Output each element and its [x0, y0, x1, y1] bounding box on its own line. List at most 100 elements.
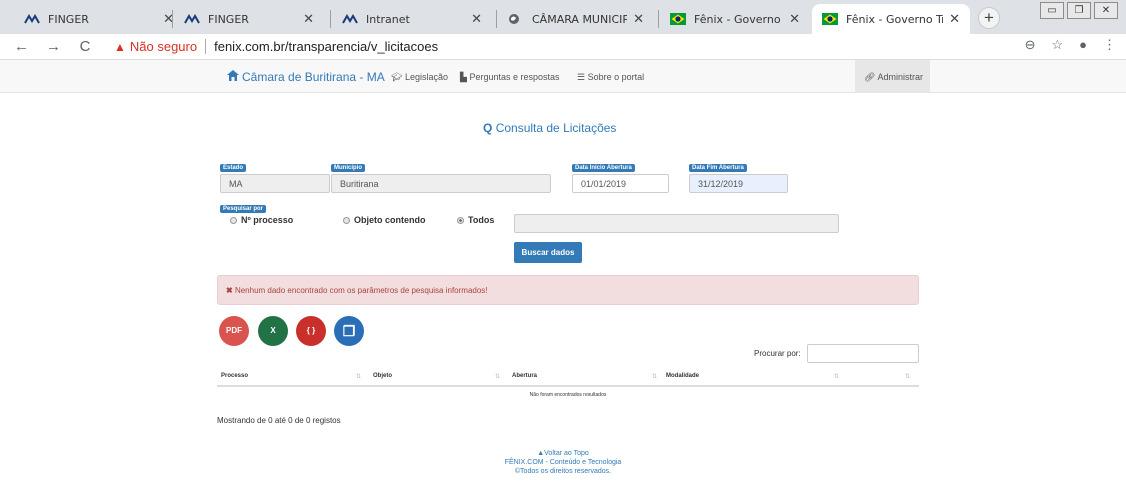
no-results-alert: ✖ Nenhum dado encontrado com os parâmetr…	[217, 275, 919, 305]
tab-title: CÂMARA MUNICIPAL DE	[532, 12, 628, 26]
footer: ▲Voltar ao Topo FÊNIX.COM - Conteúdo e T…	[0, 449, 1126, 476]
search-icon: Q	[483, 121, 493, 135]
sort-icon[interactable]: ⇅	[495, 373, 500, 380]
menu-icon[interactable]: ⋮	[1103, 37, 1116, 53]
table-search-input[interactable]	[807, 344, 919, 363]
profile-icon[interactable]: ●	[1079, 37, 1087, 53]
search-term-field[interactable]	[514, 214, 839, 233]
pdf-export-button[interactable]: PDF	[219, 316, 249, 346]
finger-logo-icon	[24, 13, 40, 25]
new-tab-button[interactable]: +	[978, 7, 1000, 29]
globe-icon	[508, 13, 524, 25]
excel-icon: X	[270, 326, 276, 335]
security-label[interactable]: Não seguro	[130, 39, 197, 54]
url-field[interactable]: fenix.com.br/transparencia/v_licitacoes	[214, 39, 438, 54]
radio-label: Todos	[468, 215, 495, 225]
radio-label: Nº processo	[241, 215, 294, 225]
reload-icon[interactable]: C	[78, 38, 92, 55]
column-modalidade[interactable]: Modalidade	[666, 373, 699, 379]
radio-label: Objeto contendo	[354, 215, 426, 225]
tab-separator	[658, 10, 659, 28]
buscar-button[interactable]: Buscar dados	[514, 242, 582, 263]
close-icon[interactable]: ✕	[471, 12, 482, 27]
back-icon[interactable]: ←	[14, 38, 29, 55]
sort-icon[interactable]: ⇅	[652, 373, 657, 380]
list-icon: ☰	[577, 72, 586, 82]
admin-label: Administrar	[877, 72, 923, 82]
empty-table-message: Não foram encontrados resultados	[529, 392, 607, 398]
radio-icon	[230, 216, 237, 224]
admin-link[interactable]: 🔗︎ Administrar	[855, 60, 930, 93]
tab-fenix-active[interactable]: Fênix - Governo Transpa ✕	[812, 4, 970, 34]
estado-field[interactable]: MA	[220, 174, 330, 193]
tab-intranet[interactable]: Intranet ✕	[332, 4, 492, 34]
sort-icon[interactable]: ⇅	[905, 373, 910, 380]
back-to-top-label: Voltar ao Topo	[544, 450, 589, 457]
radio-processo[interactable]: Nº processo	[230, 215, 293, 225]
radio-icon	[343, 216, 350, 224]
warning-icon[interactable]: ▲	[114, 40, 126, 54]
nav-sobre[interactable]: ☰ Sobre o portal	[577, 72, 644, 83]
estado-label: Estado	[220, 164, 247, 172]
graduation-cap-icon: 🎓︎	[391, 72, 403, 82]
rights-text: ©Todos os direitos reservados.	[514, 468, 612, 475]
tab-finger-2[interactable]: FINGER ✕	[174, 4, 324, 34]
records-info: Mostrando de 0 até 0 de 0 registos	[217, 416, 341, 425]
excel-export-button[interactable]: X	[258, 316, 288, 346]
nav-label: Legislação	[404, 72, 448, 82]
sort-icon[interactable]: ⇅	[834, 373, 839, 380]
browser-tabbar: FINGER ✕ FINGER ✕ Intranet ✕ CÂMARA MUNI…	[0, 0, 1126, 34]
tab-title: FINGER	[48, 12, 89, 26]
close-icon[interactable]: ✕	[789, 12, 800, 27]
minimize-icon[interactable]: ▭	[1040, 2, 1064, 19]
copy-export-button[interactable]: ❐	[334, 316, 364, 346]
nav-perguntas[interactable]: ▙ Perguntas e respostas	[460, 72, 560, 83]
tab-finger-1[interactable]: FINGER ✕	[14, 4, 184, 34]
municipio-label: Município	[331, 164, 365, 172]
data-fim-field[interactable]: 31/12/2019	[689, 174, 788, 193]
search-label: Procurar por:	[754, 349, 801, 358]
forward-icon[interactable]: →	[46, 38, 61, 55]
address-bar-actions: ⊖ ☆ ● ⋮	[1009, 37, 1116, 53]
json-export-button[interactable]: { }	[296, 316, 326, 346]
close-icon[interactable]: ✕	[949, 12, 960, 27]
close-icon[interactable]: ✕	[633, 12, 644, 27]
municipio-field[interactable]: Buritirana	[331, 174, 551, 193]
close-window-icon[interactable]: ✕	[1094, 2, 1118, 19]
data-inicio-field[interactable]: 01/01/2019	[572, 174, 669, 193]
nav-legislacao[interactable]: 🎓︎ Legislação	[391, 72, 448, 83]
radio-objeto[interactable]: Objeto contendo	[343, 215, 426, 225]
column-abertura[interactable]: Abertura	[512, 373, 537, 379]
company-text: FÊNIX.COM - Conteúdo e Tecnologia	[504, 459, 622, 466]
finger-logo-icon	[184, 13, 200, 25]
radio-selected-icon	[457, 216, 464, 224]
brand-label: Câmara de Buritirana - MA	[242, 70, 385, 84]
radio-todos[interactable]: Todos	[457, 215, 494, 225]
page-title-label: Consulta de Licitações	[495, 121, 617, 135]
page-title: Q Consulta de Licitações	[483, 121, 616, 135]
tab-separator	[496, 10, 497, 28]
restore-icon[interactable]: ❐	[1067, 2, 1091, 19]
pdf-icon: PDF	[226, 326, 242, 335]
star-icon[interactable]: ☆	[1051, 37, 1063, 53]
brand-link[interactable]: Câmara de Buritirana - MA	[227, 70, 385, 84]
tab-separator	[172, 10, 173, 28]
close-icon[interactable]: ✕	[303, 12, 314, 27]
sort-icon[interactable]: ⇅	[356, 373, 361, 380]
data-fim-label: Data Fim Abertura	[689, 164, 747, 172]
url-divider	[205, 39, 207, 54]
tab-camara[interactable]: CÂMARA MUNICIPAL DE ✕	[498, 4, 654, 34]
column-objeto[interactable]: Objeto	[373, 373, 392, 379]
tab-title: Intranet	[366, 12, 410, 26]
link-icon: 🔗︎	[864, 72, 876, 82]
tab-fenix-1[interactable]: Fênix - Governo Transpa ✕	[660, 4, 810, 34]
column-processo[interactable]: Processo	[221, 373, 248, 379]
copy-icon: ❐	[342, 323, 356, 339]
error-icon: ✖	[226, 286, 233, 295]
brazil-flag-icon	[822, 13, 838, 25]
nav-label: Sobre o portal	[587, 72, 645, 82]
back-to-top-link[interactable]: ▲Voltar ao Topo	[0, 449, 1126, 458]
json-icon: { }	[306, 326, 316, 335]
zoom-icon[interactable]: ⊖	[1025, 37, 1036, 53]
site-navbar: Câmara de Buritirana - MA 🎓︎ Legislação …	[0, 60, 1126, 93]
